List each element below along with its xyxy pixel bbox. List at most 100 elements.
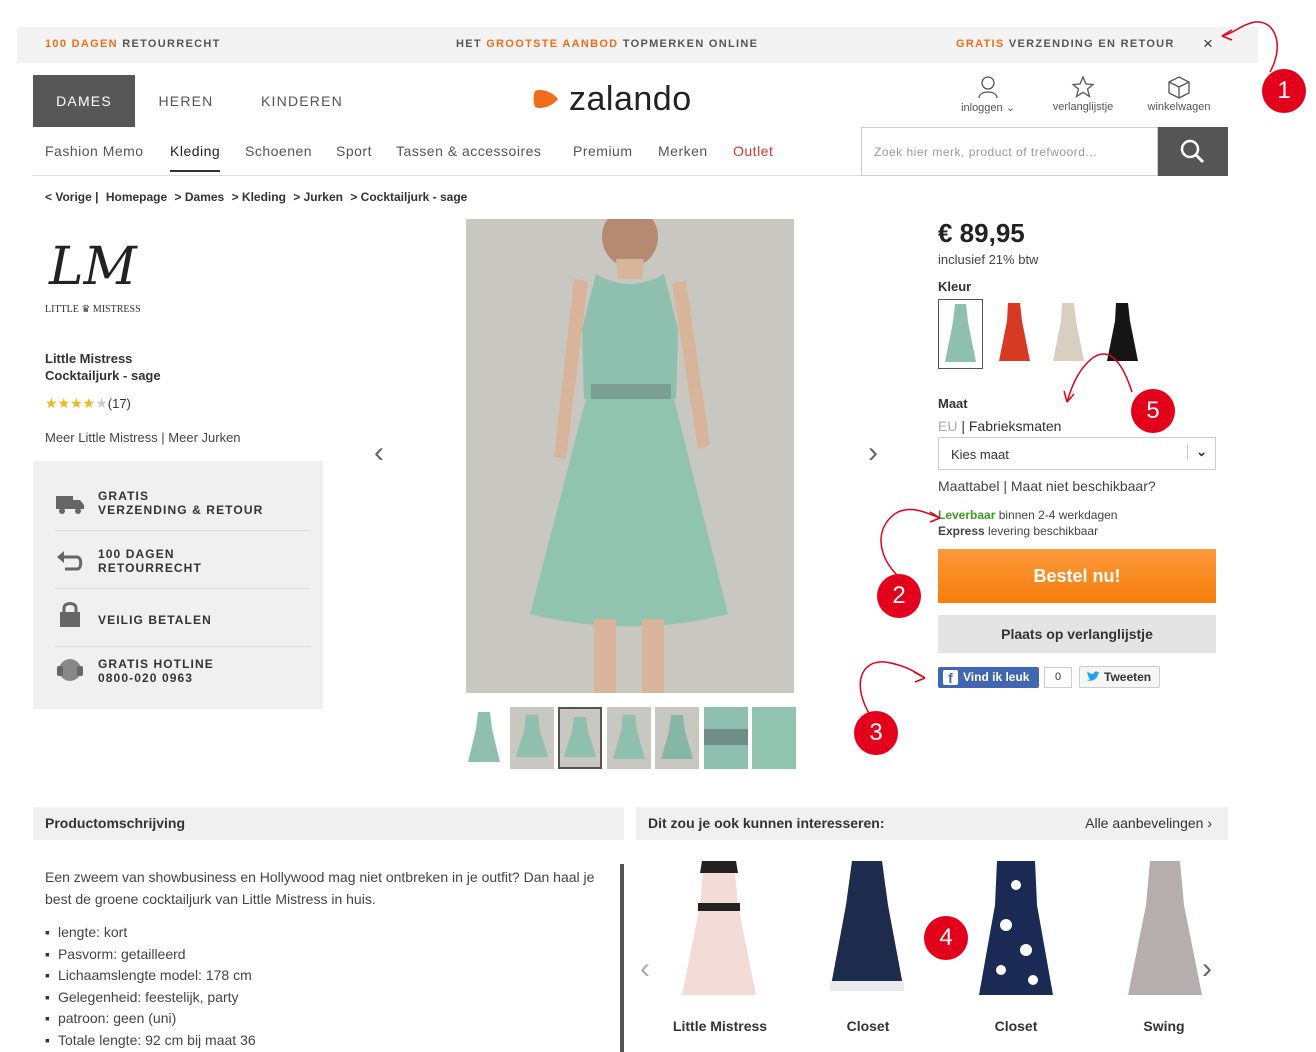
- login-button[interactable]: inloggen ⌄: [948, 75, 1028, 114]
- topbar-left: 100 DAGEN RETOURRECHT: [45, 38, 221, 50]
- annotation-marker: 1: [1262, 69, 1306, 113]
- product-main-image[interactable]: [466, 219, 794, 693]
- rating-star-empty: ★: [95, 395, 108, 411]
- thumbnail[interactable]: [462, 707, 506, 769]
- size-label: Maat: [938, 396, 968, 411]
- size-links[interactable]: Maattabel | Maat niet beschikbaar?: [938, 478, 1156, 494]
- wishlist-header-button[interactable]: verlanglijstje: [1043, 75, 1123, 113]
- nav-merken[interactable]: Merken: [658, 143, 708, 159]
- thumbnail-selected[interactable]: [558, 707, 602, 769]
- tab-heren[interactable]: HEREN: [147, 75, 225, 127]
- section-divider: [620, 864, 624, 1052]
- usp-return: 100 DAGEN RETOURRECHT: [55, 531, 311, 589]
- close-icon[interactable]: ×: [1203, 34, 1214, 54]
- twitter-bird-icon: [1087, 671, 1100, 681]
- login-label: inloggen: [961, 102, 1003, 114]
- breadcrumb-jurken[interactable]: > Jurken: [293, 190, 343, 204]
- brand-logo-name: LITTLE ♛ MISTRESS: [45, 304, 141, 315]
- reco-item-label[interactable]: Closet: [798, 1018, 938, 1034]
- product-description: Een zweem van showbusiness en Hollywood …: [45, 866, 615, 1051]
- reco-item-image[interactable]: [961, 855, 1071, 1005]
- tweet-button[interactable]: Tweeten: [1079, 666, 1160, 688]
- nav-premium[interactable]: Premium: [573, 143, 633, 159]
- spec-item: Totale lengte: 92 cm bij maat 36: [45, 1030, 615, 1052]
- description-heading: Productomschrijving: [33, 807, 624, 840]
- annotation-marker: 4: [924, 916, 968, 960]
- zalando-logo[interactable]: zalando: [533, 77, 692, 121]
- facebook-like-count: 0: [1044, 667, 1072, 688]
- thumbnail[interactable]: [655, 707, 699, 769]
- nav-kleding[interactable]: Kleding: [170, 143, 221, 172]
- reco-item-image[interactable]: [664, 855, 774, 1005]
- nav-fashion-memo[interactable]: Fashion Memo: [45, 143, 144, 159]
- cart-button[interactable]: winkelwagen: [1139, 75, 1219, 113]
- facebook-icon: f: [943, 670, 958, 686]
- thumbnail[interactable]: [607, 707, 651, 769]
- breadcrumb-back[interactable]: < Vorige |: [45, 190, 98, 204]
- rating-stars: ★★★★: [45, 395, 96, 411]
- more-links[interactable]: Meer Little Mistress | Meer Jurken: [45, 430, 241, 445]
- headset-icon: [57, 659, 83, 681]
- gallery-prev-arrow[interactable]: ‹: [374, 436, 384, 470]
- thumbnail[interactable]: [510, 707, 554, 769]
- usp-box: GRATIS VERZENDING & RETOUR 100 DAGEN RETOU…: [33, 461, 323, 709]
- spec-item: Lichaamslengte model: 178 cm: [45, 965, 615, 987]
- size-select[interactable]: Kies maat ⌄: [938, 437, 1216, 470]
- spec-item: Gelegenheid: feestelijk, party: [45, 987, 615, 1009]
- spec-item: patroon: geen (uni): [45, 1008, 615, 1030]
- add-to-wishlist-button[interactable]: Plaats op verlanglijstje: [938, 615, 1216, 653]
- reco-item-label[interactable]: Little Mistress: [650, 1018, 790, 1034]
- reco-item-image[interactable]: [812, 855, 922, 1005]
- color-swatch-red[interactable]: [992, 299, 1037, 369]
- all-recommendations-link[interactable]: Alle aanbevelingen ›: [1085, 807, 1212, 840]
- thumbnail[interactable]: [704, 707, 748, 769]
- search-button[interactable]: [1158, 127, 1228, 176]
- size-system[interactable]: EU | Fabrieksmaten: [938, 418, 1061, 434]
- tab-dames[interactable]: DAMES: [33, 75, 135, 127]
- topbar-right: GRATIS VERZENDING EN RETOUR: [956, 38, 1175, 50]
- brand-logo-initials: LM: [49, 237, 137, 297]
- nav-sport[interactable]: Sport: [336, 143, 372, 159]
- nav-outlet[interactable]: Outlet: [733, 143, 773, 159]
- chevron-down-icon: ⌄: [1002, 102, 1015, 114]
- color-swatch-beige[interactable]: [1046, 299, 1091, 369]
- nav-schoenen[interactable]: Schoenen: [245, 143, 312, 159]
- search-input[interactable]: Zoek hier merk, product of trefwoord...: [861, 127, 1158, 176]
- lock-icon: [60, 602, 80, 627]
- box-icon: [1168, 76, 1190, 99]
- color-swatch-sage[interactable]: [938, 299, 983, 369]
- recommendations-heading: Dit zou je ook kunnen interesseren: Alle…: [636, 807, 1228, 840]
- order-button[interactable]: Bestel nu!: [938, 549, 1216, 603]
- search-icon: [1180, 139, 1205, 164]
- category-nav: Fashion Memo Kleding Schoenen Sport Tass…: [33, 127, 1228, 176]
- thumbnail[interactable]: [752, 707, 796, 769]
- annotation-marker: 2: [877, 574, 921, 618]
- logo-text: zalando: [569, 79, 692, 118]
- gallery-next-arrow[interactable]: ›: [868, 436, 878, 470]
- review-count: (17): [107, 396, 131, 411]
- nav-tassen[interactable]: Tassen & accessoires: [396, 143, 541, 159]
- spec-item: lengte: kort: [45, 922, 615, 944]
- breadcrumb-dames[interactable]: > Dames: [175, 190, 225, 204]
- usp-hotline: GRATIS HOTLINE 0800-020 0963: [55, 647, 311, 705]
- breadcrumb-home[interactable]: Homepage: [106, 190, 167, 204]
- usp-shipping: GRATIS VERZENDING & RETOUR: [55, 473, 311, 531]
- delivery-info: Leverbaar binnen 2-4 werkdagen: [938, 508, 1118, 522]
- reco-item-label[interactable]: Swing: [1094, 1018, 1234, 1034]
- express-info: Express levering beschikbaar: [938, 524, 1099, 538]
- brand-logo[interactable]: LM LITTLE ♛ MISTRESS: [45, 232, 165, 322]
- header: DAMES HEREN KINDEREN zalando inloggen ⌄ …: [33, 75, 1228, 127]
- wishlist-label: verlanglijstje: [1052, 101, 1114, 113]
- reco-item-label[interactable]: Closet: [946, 1018, 1086, 1034]
- facebook-like-button[interactable]: f Vind ik leuk: [938, 667, 1039, 688]
- breadcrumb-kleding[interactable]: > Kleding: [232, 190, 286, 204]
- dress-photo: [466, 219, 794, 693]
- reco-item-image[interactable]: [1110, 855, 1220, 1005]
- chevron-down-icon: ⌄: [1187, 444, 1207, 460]
- description-text: Een zweem van showbusiness en Hollywood …: [45, 869, 595, 907]
- rating[interactable]: ★★★★★(17): [45, 395, 131, 412]
- reco-prev-arrow[interactable]: ‹: [640, 952, 650, 986]
- color-swatch-black[interactable]: [1100, 299, 1145, 369]
- tab-kinderen[interactable]: KINDEREN: [249, 75, 355, 127]
- price: € 89,95: [938, 218, 1025, 248]
